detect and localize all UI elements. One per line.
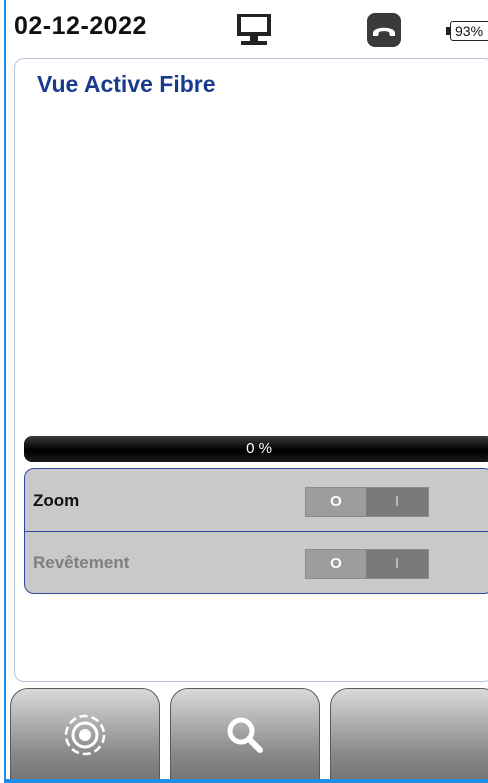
coating-toggle-on: I: [366, 550, 428, 578]
zoom-toggle[interactable]: O I: [305, 487, 429, 517]
search-button[interactable]: [170, 688, 320, 783]
capture-button[interactable]: [10, 688, 160, 783]
zoom-option-row[interactable]: Zoom O I: [25, 469, 488, 532]
zoom-toggle-off[interactable]: O: [306, 488, 366, 516]
progress-bar: 0 %: [24, 436, 488, 462]
capture-icon: [64, 714, 106, 756]
page-title: Vue Active Fibre: [37, 71, 216, 97]
progress-label: 0 %: [246, 440, 272, 457]
coating-toggle: O I: [305, 549, 429, 579]
coating-label: Revêtement: [33, 553, 130, 572]
search-icon: [227, 717, 263, 753]
computer-icon: [237, 14, 271, 45]
frame-left-edge: [4, 0, 6, 783]
softkey-bar: [6, 684, 488, 783]
options-group: Zoom O I Revêtement O I: [24, 468, 488, 594]
zoom-toggle-on[interactable]: I: [366, 488, 428, 516]
device-screen: 02-12-2022 93% Vue Active Fibre 0 % Zoom…: [4, 0, 488, 783]
softkey-3-button[interactable]: [330, 688, 488, 783]
coating-toggle-off: O: [306, 550, 366, 578]
battery-level: 93%: [455, 23, 484, 39]
battery-indicator: 93%: [446, 21, 488, 43]
frame-bottom-edge: [4, 779, 488, 783]
phone-hangup-icon: [367, 13, 401, 47]
date-text: 02-12-2022: [14, 12, 147, 40]
status-bar: 02-12-2022 93%: [6, 0, 488, 56]
zoom-label: Zoom: [33, 491, 80, 510]
coating-option-row: Revêtement O I: [25, 531, 488, 593]
